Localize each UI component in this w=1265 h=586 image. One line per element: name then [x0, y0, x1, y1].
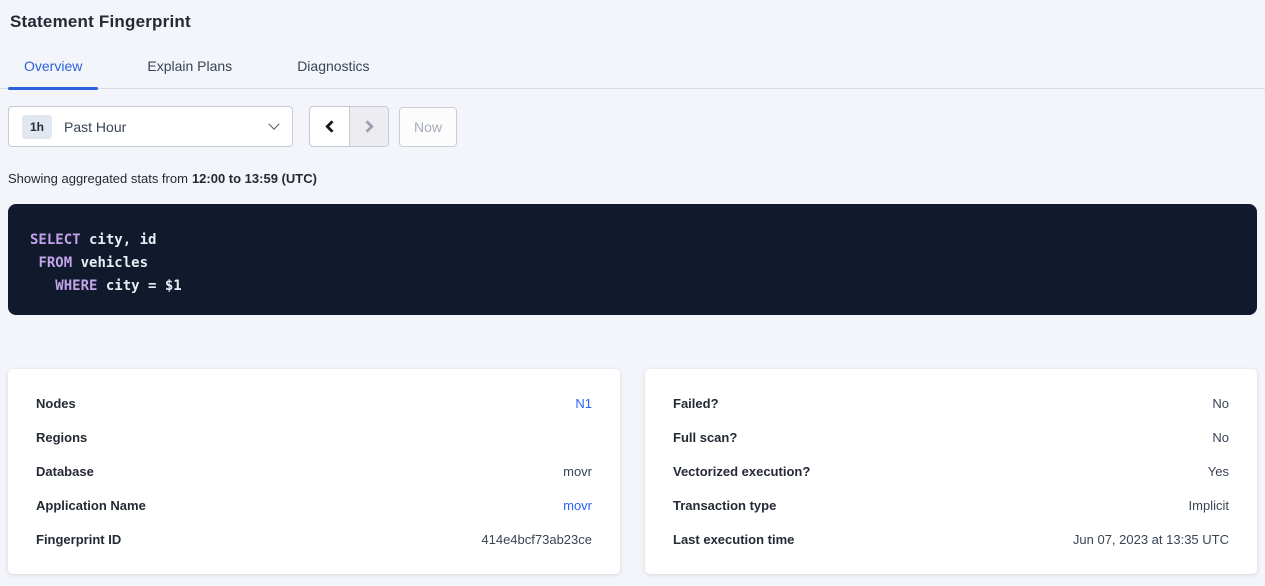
- full-scan-label: Full scan?: [673, 431, 737, 445]
- sql-text: city, id: [81, 232, 157, 248]
- sql-line: WHERE city = $1: [30, 275, 1235, 298]
- page-title: Statement Fingerprint: [10, 11, 1255, 33]
- failed-label: Failed?: [673, 397, 719, 411]
- table-row: Application Name movr: [36, 499, 592, 513]
- chevron-right-icon: [361, 120, 374, 133]
- table-row: Nodes N1: [36, 397, 592, 411]
- page-header: Statement Fingerprint: [0, 0, 1265, 33]
- execution-attributes-card: Failed? No Full scan? No Vectorized exec…: [645, 369, 1257, 574]
- summary-cards: Nodes N1 Regions Database movr Applicati…: [8, 369, 1257, 574]
- chevron-left-icon: [325, 120, 338, 133]
- tab-explain-plans[interactable]: Explain Plans: [131, 59, 248, 88]
- fingerprint-id-value: 414e4bcf73ab23ce: [481, 533, 592, 547]
- sql-line: SELECT city, id: [30, 229, 1235, 252]
- table-row: Fingerprint ID 414e4bcf73ab23ce: [36, 533, 592, 547]
- page-content: 1h Past Hour Now Showing aggregated stat…: [0, 106, 1265, 574]
- statement-fingerprint-page: Statement Fingerprint Overview Explain P…: [0, 0, 1265, 586]
- database-value: movr: [563, 465, 592, 479]
- stats-time-range: 12:00 to 13:59 (UTC): [192, 171, 317, 186]
- aggregated-stats-line: Showing aggregated stats from 12:00 to 13…: [8, 172, 1257, 186]
- application-name-label: Application Name: [36, 499, 146, 513]
- vectorized-execution-value: Yes: [1208, 465, 1229, 479]
- nodes-label: Nodes: [36, 397, 76, 411]
- application-name-value-link[interactable]: movr: [563, 499, 592, 513]
- failed-value: No: [1212, 397, 1229, 411]
- transaction-type-label: Transaction type: [673, 499, 776, 513]
- sql-keyword: FROM: [38, 255, 72, 271]
- sql-line: FROM vehicles: [30, 252, 1235, 275]
- database-label: Database: [36, 465, 94, 479]
- sql-statement-box: SELECT city, id FROM vehicles WHERE city…: [8, 204, 1257, 315]
- full-scan-value: No: [1212, 431, 1229, 445]
- table-row: Database movr: [36, 465, 592, 479]
- now-button[interactable]: Now: [399, 107, 457, 147]
- transaction-type-value: Implicit: [1189, 499, 1229, 513]
- vectorized-execution-label: Vectorized execution?: [673, 465, 810, 479]
- sql-text: vehicles: [72, 255, 148, 271]
- table-row: Vectorized execution? Yes: [673, 465, 1229, 479]
- prev-time-range-button[interactable]: [310, 107, 349, 146]
- chevron-down-icon: [268, 118, 279, 129]
- time-range-arrows: [309, 106, 389, 147]
- table-row: Failed? No: [673, 397, 1229, 411]
- time-range-badge: 1h: [22, 115, 52, 139]
- next-time-range-button[interactable]: [349, 107, 388, 146]
- sql-text: city = $1: [97, 278, 181, 294]
- table-row: Transaction type Implicit: [673, 499, 1229, 513]
- tab-overview[interactable]: Overview: [8, 59, 98, 88]
- table-row: Regions: [36, 431, 592, 445]
- last-execution-time-value: Jun 07, 2023 at 13:35 UTC: [1073, 533, 1229, 547]
- fingerprint-id-label: Fingerprint ID: [36, 533, 121, 547]
- sql-keyword: WHERE: [55, 278, 97, 294]
- statement-details-card: Nodes N1 Regions Database movr Applicati…: [8, 369, 620, 574]
- table-row: Full scan? No: [673, 431, 1229, 445]
- last-execution-time-label: Last execution time: [673, 533, 794, 547]
- table-row: Last execution time Jun 07, 2023 at 13:3…: [673, 533, 1229, 547]
- time-range-dropdown[interactable]: 1h Past Hour: [8, 106, 293, 147]
- nodes-value-link[interactable]: N1: [575, 397, 592, 411]
- sql-keyword: SELECT: [30, 232, 81, 248]
- time-range-label: Past Hour: [64, 119, 126, 135]
- regions-label: Regions: [36, 431, 87, 445]
- time-controls: 1h Past Hour Now: [8, 106, 1257, 147]
- tab-diagnostics[interactable]: Diagnostics: [281, 59, 385, 88]
- tab-bar: Overview Explain Plans Diagnostics: [0, 59, 1265, 89]
- stats-prefix: Showing aggregated stats from: [8, 171, 188, 186]
